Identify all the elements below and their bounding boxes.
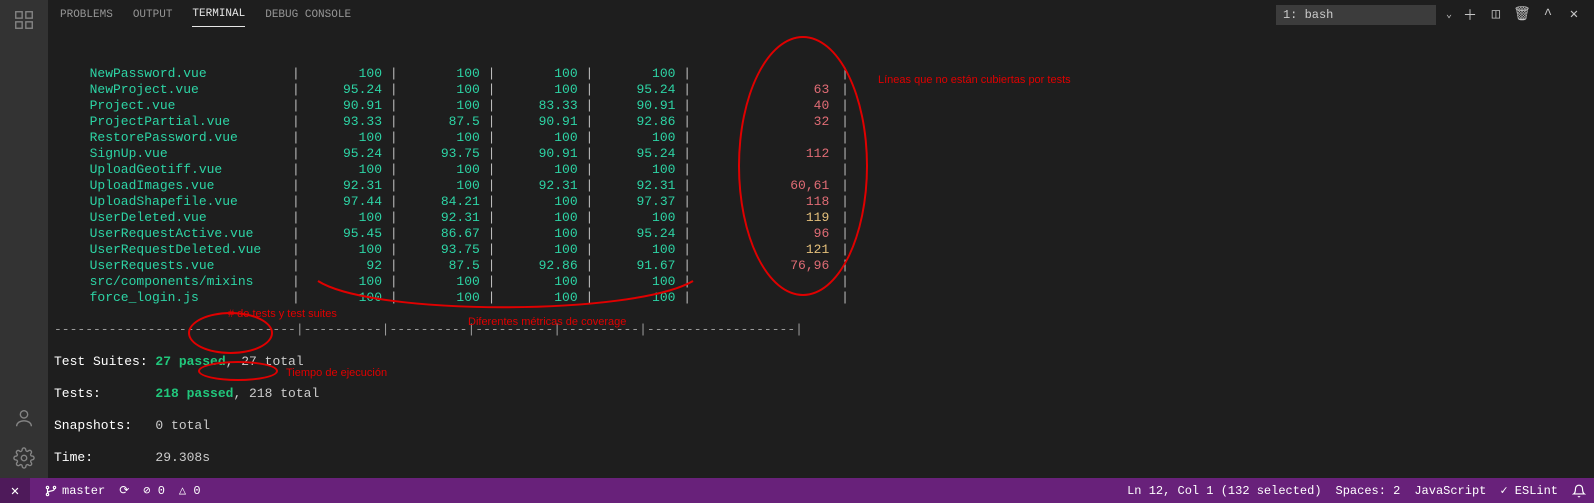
snapshots-line: Snapshots: 0 total: [54, 418, 1588, 434]
status-bar: master ⟳ ⊘ 0 △ 0 Ln 12, Col 1 (132 selec…: [0, 478, 1594, 503]
eslint-status[interactable]: ✓ ESLint: [1500, 483, 1558, 498]
coverage-row: RestorePassword.vue|100 |100 |100 |100 |…: [54, 130, 1588, 146]
maximize-panel-icon[interactable]: ^: [1540, 7, 1556, 23]
coverage-row: UploadImages.vue|92.31 |100 |92.31 |92.3…: [54, 178, 1588, 194]
coverage-row: force_login.js|100 |100 |100 |100 | |: [54, 290, 1588, 306]
tests-line: Tests: 218 passed, 218 total: [54, 386, 1588, 402]
cursor-position[interactable]: Ln 12, Col 1 (132 selected): [1127, 484, 1321, 498]
tab-problems[interactable]: PROBLEMS: [60, 3, 113, 27]
terminal-output[interactable]: NewPassword.vue|100 |100 |100 |100 | | N…: [48, 30, 1594, 478]
coverage-row: NewPassword.vue|100 |100 |100 |100 | |: [54, 66, 1588, 82]
coverage-row: UserRequestActive.vue|95.45 |86.67 |100 …: [54, 226, 1588, 242]
annotation-tests-count: # de tests y test suites: [228, 306, 337, 322]
sync-button[interactable]: ⟳: [119, 483, 129, 498]
git-branch[interactable]: master: [44, 484, 105, 498]
settings-icon[interactable]: [12, 446, 36, 470]
split-terminal-icon[interactable]: ◫: [1488, 7, 1504, 23]
coverage-row: UploadGeotiff.vue|100 |100 |100 |100 | |: [54, 162, 1588, 178]
terminal-selector[interactable]: 1: bash: [1276, 5, 1436, 25]
kill-terminal-icon[interactable]: 🗑: [1514, 7, 1530, 23]
warnings-count[interactable]: △ 0: [179, 483, 201, 498]
language-mode[interactable]: JavaScript: [1414, 484, 1486, 498]
extensions-icon[interactable]: [12, 8, 36, 32]
coverage-row: SignUp.vue|95.24 |93.75 |90.91 |95.24 |1…: [54, 146, 1588, 162]
tab-terminal[interactable]: TERMINAL: [192, 2, 245, 27]
errors-count[interactable]: ⊘ 0: [143, 483, 165, 498]
notifications-icon[interactable]: [1572, 484, 1586, 498]
test-suites-line: Test Suites: 27 passed, 27 total: [54, 354, 1588, 370]
coverage-divider: -------------------------------|--------…: [54, 322, 1588, 338]
coverage-row: src/components/mixins|100 |100 |100 |100…: [54, 274, 1588, 290]
tab-debug-console[interactable]: DEBUG CONSOLE: [265, 3, 351, 27]
coverage-row: NewProject.vue|95.24 |100 |100 |95.24 |6…: [54, 82, 1588, 98]
chevron-down-icon[interactable]: ⌄: [1446, 9, 1452, 21]
coverage-row: ProjectPartial.vue|93.33 |87.5 |90.91 |9…: [54, 114, 1588, 130]
panel-tabs: PROBLEMS OUTPUT TERMINAL DEBUG CONSOLE 1…: [48, 0, 1594, 30]
new-terminal-icon[interactable]: ＋: [1462, 7, 1478, 23]
account-icon[interactable]: [12, 406, 36, 430]
close-panel-icon[interactable]: ✕: [1566, 7, 1582, 23]
indentation[interactable]: Spaces: 2: [1336, 484, 1401, 498]
coverage-row: UserRequests.vue|92 |87.5 |92.86 |91.67 …: [54, 258, 1588, 274]
time-line: Time: 29.308s: [54, 450, 1588, 466]
tab-output[interactable]: OUTPUT: [133, 3, 173, 27]
coverage-row: UploadShapefile.vue|97.44 |84.21 |100 |9…: [54, 194, 1588, 210]
coverage-row: UserRequestDeleted.vue|100 |93.75 |100 |…: [54, 242, 1588, 258]
coverage-row: Project.vue|90.91 |100 |83.33 |90.91 |40…: [54, 98, 1588, 114]
activity-bar: 1: [0, 0, 48, 478]
coverage-row: UserDeleted.vue|100 |92.31 |100 |100 |11…: [54, 210, 1588, 226]
remote-button[interactable]: [0, 478, 30, 503]
